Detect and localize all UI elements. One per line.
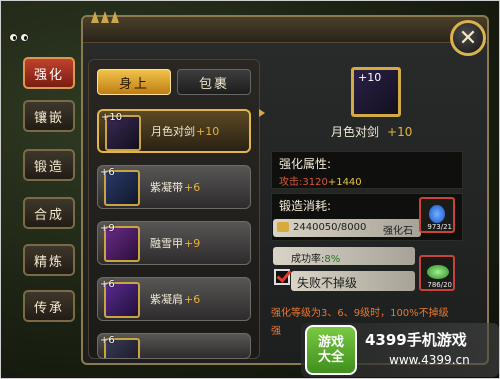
attr-title: 强化属性: [279, 157, 332, 171]
forge-stone-icon[interactable]: 973/21 [419, 197, 455, 233]
gold-coin-icon [277, 222, 289, 232]
item-badge: +9 [100, 223, 115, 234]
item-name: 紫凝带 +6 [150, 180, 201, 195]
item-badge: +6 [100, 279, 115, 290]
logo-line1: 游戏 [317, 335, 344, 350]
stone-count: 973/21 [427, 223, 452, 231]
watermark-brand: 4399手机游戏 [365, 331, 467, 349]
logo-line2: 大全 [317, 350, 344, 365]
tab-qianghua[interactable]: 强化 [23, 57, 75, 89]
protect-label: 失败不掉级 [297, 276, 358, 290]
item-name: 融雪甲 +9 [150, 236, 201, 251]
forge-tip: 强化等级为3、6、9级时，100%不掉级 [271, 308, 449, 319]
forge-tip-partial: 强 [271, 326, 281, 337]
selected-item-icon: +10 [351, 67, 401, 117]
stone-name: 强化石 [383, 226, 413, 237]
gold-amount: 2440050/8000 [293, 222, 367, 233]
protect-checkbox[interactable] [274, 269, 290, 285]
tab-chuancheng[interactable]: 传承 [23, 290, 75, 322]
green-charm-icon [427, 265, 449, 279]
blue-gem-icon [429, 205, 445, 223]
4399-logo: 游戏 大全 [305, 325, 357, 375]
tab-xiangqian[interactable]: 镶嵌 [23, 100, 75, 132]
list-item[interactable]: +9 融雪甲 +9 [97, 221, 251, 265]
protect-count: 786/20 [427, 281, 452, 289]
item-badge: +10 [101, 112, 123, 123]
list-item[interactable]: +6 紫凝带 +6 [97, 165, 251, 209]
list-item[interactable]: +6 [97, 333, 251, 359]
selection-arrow-icon [259, 109, 265, 117]
tab-hecheng[interactable]: 合成 [23, 197, 75, 229]
item-name: 月色对剑 +10 [151, 124, 220, 139]
attr-value: 攻击:3120+1440 [279, 177, 362, 188]
item-badge: +6 [100, 167, 115, 178]
list-item[interactable]: +10 月色对剑 +10 [97, 109, 251, 153]
list-item[interactable]: +6 紫凝肩 +6 [97, 277, 251, 321]
tab-duanzao[interactable]: 锻造 [23, 149, 75, 181]
selected-item-name: 月色对剑 +10 [331, 125, 413, 139]
cost-title: 锻造消耗: [279, 199, 332, 213]
watermark: 游戏 大全 4399手机游戏 www.4399.cn [301, 323, 499, 377]
item-badge: +6 [100, 335, 115, 346]
selected-item-badge: +10 [358, 71, 382, 84]
close-button[interactable]: ✕ [450, 20, 486, 56]
protect-charm-icon[interactable]: 786/20 [419, 255, 455, 291]
tab-jinglian[interactable]: 精炼 [23, 244, 75, 276]
game-screen: 强化 镶嵌 锻造 合成 精炼 传承 ✕ 身上 包裹 +10 月色对剑 +10 +6… [0, 0, 500, 379]
creature-eyes-decoration [9, 33, 31, 43]
tab-on-body[interactable]: 身上 [97, 69, 171, 95]
watermark-url: www.4399.cn [389, 353, 470, 367]
item-name: 紫凝肩 +6 [150, 292, 201, 307]
success-rate: 成功率:8% [291, 254, 341, 265]
tab-bag[interactable]: 包裹 [177, 69, 251, 95]
spike-decoration [91, 9, 161, 23]
